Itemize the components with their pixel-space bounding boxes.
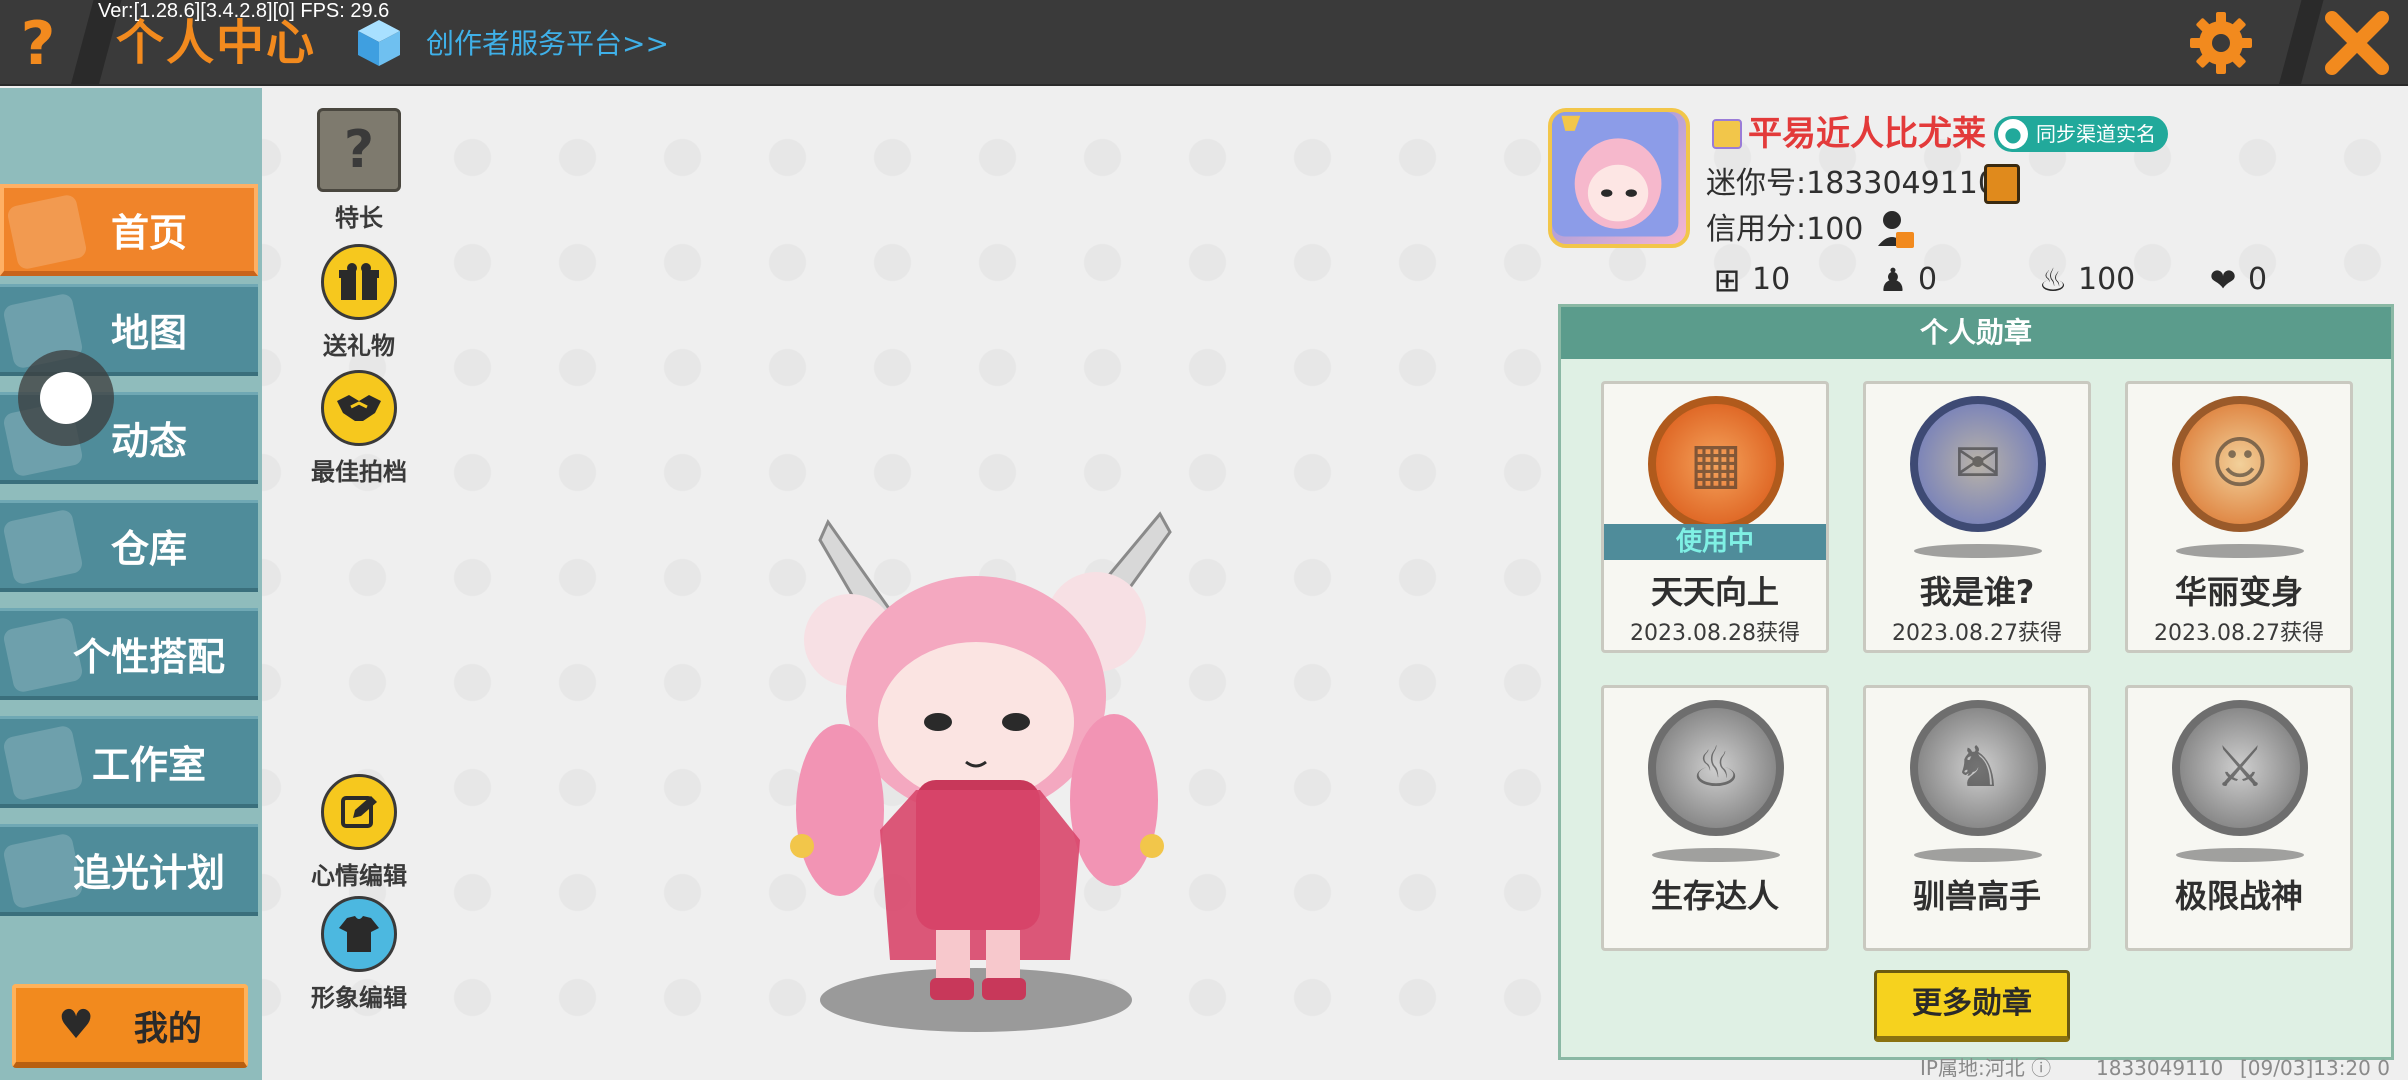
fans-icon: ♟ [1878,261,1908,299]
sidebar-item-warehouse[interactable]: 仓库 [0,500,258,592]
stat-popularity-value: 100 [2078,262,2136,297]
horse-glyph: ♞ [1952,735,2004,800]
medal-card[interactable]: ⚔ 极限战神 [2125,685,2353,951]
medal-name: 华丽变身 [2174,573,2303,611]
medal-panel-title: 个人勋章 [1561,307,2391,359]
sidebar-item-chase-light[interactable]: 追光计划 [0,824,258,916]
medal-card[interactable]: ♞ 驯兽高手 [1863,685,2091,951]
stat-fans-value: 0 [1918,262,1938,297]
stat-likes-value: 0 [2248,262,2268,297]
medal-card[interactable]: ♨ 生存达人 [1601,685,1829,951]
medal-shadow [1914,848,2042,862]
specialty-label: 特长 [335,204,383,232]
profile-avatar[interactable] [1548,108,1690,248]
question-block-icon: ? [317,108,401,192]
medal-shadow [2176,544,2304,558]
creator-platform-link[interactable]: 创作者服务平台>> [426,24,669,64]
ip-location-text: IP属地:河北 [1920,1056,2025,1080]
sync-realname-label: 同步渠道实名 [2036,122,2156,146]
profile-name: 平易近人比尤莱 [1712,112,1986,156]
mine-button[interactable]: ♥ 我的 [12,984,248,1068]
heart-icon: ♥ [58,1002,94,1048]
medal-shadow [2176,848,2304,862]
more-medals-button[interactable]: 更多勋章 [1874,970,2070,1042]
mood-edit-label: 心情编辑 [311,862,407,890]
mini-id: 迷你号:1833049110 [1706,166,1997,201]
boss-glyph: ⚔ [2214,735,2266,800]
medal-name: 我是谁? [1919,573,2035,611]
best-partner-action[interactable]: 最佳拍档 [304,370,414,487]
gift-icon [321,244,397,320]
medal-date: 2023.08.28获得 [1630,621,1800,646]
id-card-glyph: ✉ [1954,431,2002,496]
stat-follow-value: 10 [1752,262,1791,297]
edit-icon [321,774,397,850]
image-edit-action[interactable]: 形象编辑 [304,896,414,1013]
best-partner-label: 最佳拍档 [311,458,407,486]
medal-card[interactable]: ✉ 我是谁? 2023.08.27获得 [1863,381,2091,653]
calendar-glyph: ▦ [1689,431,1743,496]
medal-date: 2023.08.27获得 [1892,621,2062,646]
medal-shadow [1652,848,1780,862]
sync-realname-button[interactable]: ● 同步渠道实名 [1994,116,2168,152]
handshake-icon [321,370,397,446]
close-icon[interactable] [2324,10,2390,76]
flame-icon: ♨ [2038,261,2068,299]
info-icon[interactable]: ⓘ [2031,1056,2051,1080]
footer-uid: 1833049110 [2096,1056,2224,1080]
medal-card[interactable]: ▦ 使用中 天天向上 2023.08.28获得 [1601,381,1829,653]
ip-location: IP属地:河北 ⓘ [1920,1056,2051,1080]
credit-score: 信用分:100 [1706,212,1864,247]
floating-assist-button[interactable] [18,350,114,446]
version-info: Ver:[1.28.6][3.4.2.8][0] FPS: 29.6 [98,0,390,22]
user-icon: ● [1998,119,2028,149]
medal-card[interactable]: ☺ 华丽变身 2023.08.27获得 [2125,381,2353,653]
help-button[interactable]: ? [10,12,66,76]
in-use-badge: 使用中 [1604,524,1826,560]
vip-badge-icon [1712,119,1742,149]
medal-name: 生存达人 [1650,877,1779,915]
sidebar-item-home[interactable]: 首页 [0,184,258,276]
stat-popularity[interactable]: ♨ 100 [2036,258,2136,302]
medal-date: 2023.08.27获得 [2154,621,2324,646]
copy-icon[interactable] [1984,164,2020,204]
stat-fans[interactable]: ♟ 0 [1876,258,1937,302]
medal-name: 极限战神 [2174,877,2303,915]
gift-label: 送礼物 [323,332,395,360]
close-separator [2278,0,2324,86]
sidebar-item-studio[interactable]: 工作室 [0,716,258,808]
footer-time: [09/03]13:20 0 [2240,1056,2390,1080]
medal-shadow [1914,544,2042,558]
medal-name: 天天向上 [1650,573,1779,611]
medal-name: 驯兽高手 [1912,877,2041,915]
plus-icon: ⊞ [1713,261,1741,299]
image-edit-label: 形象编辑 [311,984,407,1012]
gift-action[interactable]: 送礼物 [304,244,414,361]
stat-likes[interactable]: ❤ 0 [2206,258,2268,302]
specialty-action[interactable]: ? 特长 [304,108,414,233]
stat-follow[interactable]: ⊞ 10 [1710,258,1791,302]
avatar-character [790,511,1172,1032]
profile-name-text: 平易近人比尤莱 [1748,114,1986,154]
outfit-edit-icon [321,896,397,972]
gear-icon[interactable] [2186,8,2256,78]
fire-glyph: ♨ [1690,735,1742,800]
dinosaur-glyph: ☺ [2210,431,2270,496]
medal-panel: 个人勋章 ▦ 使用中 天天向上 2023.08.28获得 ✉ 我是谁? 2023… [1558,304,2394,1060]
mine-label: 我的 [133,1008,202,1049]
cube-icon[interactable] [356,18,402,68]
mood-edit-action[interactable]: 心情编辑 [304,774,414,891]
hearts-icon: ❤ [2209,261,2237,299]
credit-user-icon[interactable] [1876,208,1916,250]
sidebar-item-outfit[interactable]: 个性搭配 [0,608,258,700]
sidebar: 首页 地图 动态 仓库 个性搭配 工作室 追光计划 [0,88,262,1080]
top-bar: ? 个人中心 Ver:[1.28.6][3.4.2.8][0] FPS: 29.… [0,0,2408,86]
